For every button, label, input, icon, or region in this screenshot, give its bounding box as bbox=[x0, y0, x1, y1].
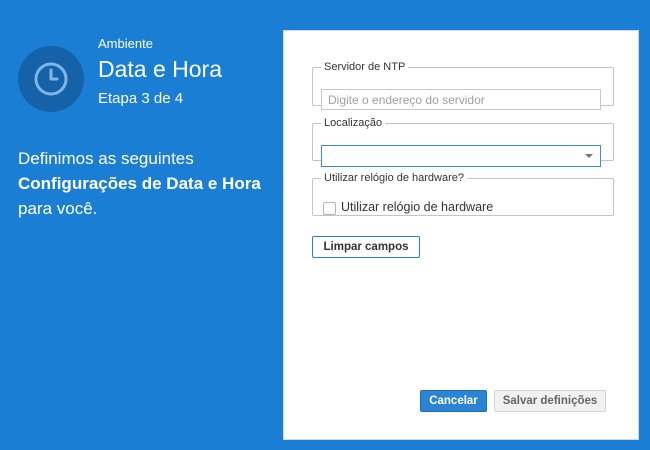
intro-prefix: Definimos as seguintes bbox=[18, 149, 194, 168]
form-panel: Servidor de NTP Localização Utilizar rel… bbox=[283, 30, 639, 440]
ntp-legend: Servidor de NTP bbox=[324, 61, 406, 73]
section-label: Ambiente bbox=[98, 36, 153, 51]
ntp-server-input[interactable] bbox=[321, 89, 601, 110]
hardware-clock-fieldset: Utilizar relógio de hardware? Utilizar r… bbox=[312, 172, 614, 216]
ntp-fieldset: Servidor de NTP bbox=[312, 61, 614, 110]
save-settings-button[interactable]: Salvar definições bbox=[494, 390, 606, 412]
intro-suffix: para você. bbox=[18, 199, 98, 218]
chevron-down-icon bbox=[585, 154, 593, 158]
page-title: Data e Hora bbox=[98, 56, 223, 82]
hardware-clock-legend: Utilizar relógio de hardware? bbox=[324, 172, 465, 184]
hardware-clock-checkbox[interactable] bbox=[323, 202, 336, 215]
intro-bold: Configurações de Data e Hora bbox=[18, 174, 261, 193]
wizard-header: Ambiente Data e Hora Etapa 3 de 4 bbox=[18, 36, 268, 116]
location-select[interactable] bbox=[321, 145, 601, 167]
clear-fields-button[interactable]: Limpar campos bbox=[312, 236, 420, 258]
intro-text: Definimos as seguintes Configurações de … bbox=[18, 146, 268, 221]
clock-icon bbox=[18, 46, 84, 112]
cancel-button[interactable]: Cancelar bbox=[420, 390, 487, 412]
location-legend: Localização bbox=[324, 117, 383, 129]
step-counter: Etapa 3 de 4 bbox=[98, 90, 184, 107]
hardware-clock-label: Utilizar relógio de hardware bbox=[341, 200, 494, 214]
location-fieldset: Localização bbox=[312, 117, 614, 167]
